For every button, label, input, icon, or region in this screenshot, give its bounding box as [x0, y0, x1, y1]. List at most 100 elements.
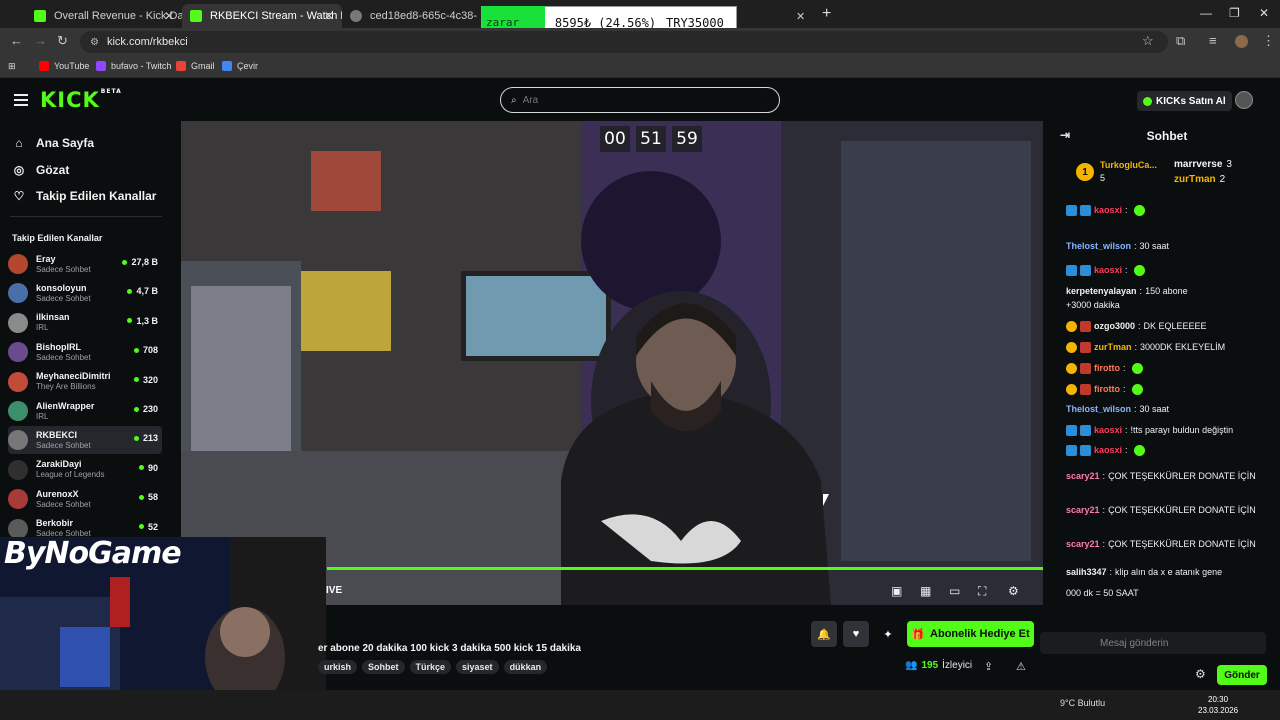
nav-browse[interactable]: ◎ Gözat — [12, 163, 70, 177]
settings-gear-icon[interactable]: ⚙ — [1008, 584, 1019, 598]
tab-close-icon[interactable]: ✕ — [796, 4, 816, 28]
followed-channel-item[interactable]: ilkinsan IRL 1,3 B — [8, 309, 162, 337]
chat-username[interactable]: scary21 — [1066, 538, 1100, 550]
live-badge: IVE — [326, 585, 343, 596]
gifter-badge-icon — [1066, 362, 1077, 374]
back-icon[interactable]: ← — [10, 33, 23, 48]
followed-channel-item[interactable]: MeyhaneciDimitri They Are Billions 320 — [8, 368, 162, 396]
browser-tab[interactable]: Overall Revenue - Kick Dashbo ✕ — [26, 4, 182, 28]
chat-username[interactable]: kaosxi — [1094, 424, 1122, 436]
chat-input[interactable]: Mesaj gönderin — [1040, 632, 1266, 654]
hamburger-menu-icon[interactable] — [14, 94, 28, 106]
live-progress-bar[interactable] — [327, 567, 1043, 570]
gifter-name[interactable]: zurTman — [1174, 174, 1216, 185]
followed-channel-item[interactable]: AurenoxX Sadece Sohbet 58 — [8, 485, 162, 513]
bookmark-twitch[interactable]: bufavo - Twitch — [96, 61, 171, 71]
stream-tag[interactable]: urkish — [318, 660, 358, 674]
share-icon[interactable]: ⇪ — [984, 660, 993, 673]
followed-channel-item[interactable]: ZarakiDayi League of Legends 90 — [8, 456, 162, 484]
top-gifter-name[interactable]: TurkogluCa... — [1100, 160, 1157, 170]
sub-badge-icon — [1066, 424, 1077, 436]
chat-username[interactable]: zurTman — [1094, 341, 1132, 353]
chat-username[interactable]: kaosxi — [1094, 204, 1122, 216]
address-bar[interactable]: ⚙ kick.com/rkbekci — [80, 31, 1168, 53]
profile-avatar[interactable] — [1235, 35, 1248, 48]
site-info-icon[interactable]: ⚙ — [90, 37, 99, 48]
tab-close-icon[interactable]: ✕ — [164, 9, 174, 23]
heart-icon: ♡ — [13, 189, 25, 203]
apps-grid-icon[interactable]: ⊞ — [8, 61, 16, 72]
forward-icon[interactable]: → — [34, 33, 47, 48]
search-box[interactable]: ⌕ — [500, 87, 780, 113]
stream-tag[interactable]: Türkçe — [409, 660, 452, 674]
followed-channel-item[interactable]: Eray Sadece Sohbet 27,8 B — [8, 250, 162, 278]
nav-following[interactable]: ♡ Takip Edilen Kanallar — [12, 189, 157, 203]
chat-username[interactable]: kaosxi — [1094, 444, 1122, 456]
kick-logo[interactable]: KICKBETA — [40, 88, 122, 112]
stream-tag[interactable]: siyaset — [456, 660, 499, 674]
chat-username[interactable]: firotto — [1094, 383, 1120, 395]
tab-close-icon[interactable]: ✕ — [324, 9, 334, 23]
chat-message: kaosxi: — [1066, 444, 1145, 456]
bookmark-youtube[interactable]: YouTube — [39, 61, 89, 71]
close-window-icon[interactable]: ✕ — [1259, 6, 1269, 20]
sparkle-button[interactable]: ✦ — [875, 621, 901, 647]
browser-tab[interactable]: ced18ed8-665c-4c38-abf5-85a — [342, 4, 477, 28]
viewer-count-text: 708 — [142, 345, 158, 356]
follow-heart-button[interactable]: ♥ — [843, 621, 869, 647]
followed-channel-item[interactable]: BishopIRL Sadece Sohbet 708 — [8, 338, 162, 366]
chat-username[interactable]: Thelost_wilson — [1066, 240, 1131, 252]
reload-icon[interactable]: ↻ — [57, 33, 68, 49]
stream-tag[interactable]: dükkan — [503, 660, 548, 674]
chat-username[interactable]: salih3347 — [1066, 566, 1107, 578]
send-button[interactable]: Gönder — [1217, 665, 1267, 685]
chat-username[interactable]: kaosxi — [1094, 264, 1122, 276]
minimize-icon[interactable]: — — [1200, 6, 1212, 20]
followed-channel-item[interactable]: AlienWrapper IRL 230 — [8, 397, 162, 425]
chat-username[interactable]: scary21 — [1066, 504, 1100, 516]
taskbar-clock[interactable]: 20:30 23.03.2026 — [1198, 694, 1238, 716]
channel-name: MeyhaneciDimitri — [36, 371, 111, 382]
chat-username[interactable]: ozgo3000 — [1094, 320, 1135, 332]
channel-name: Eray — [36, 253, 56, 264]
gift-subscription-button[interactable]: 🎁 Abonelik Hediye Et — [907, 621, 1034, 647]
mini-player-icon[interactable]: ▣ — [891, 584, 902, 598]
search-input[interactable] — [522, 94, 743, 106]
collapse-chat-icon[interactable]: ⇥ — [1060, 128, 1070, 142]
chat-username[interactable]: firotto — [1094, 362, 1120, 374]
nav-home[interactable]: ⌂ Ana Sayfa — [12, 136, 94, 150]
fullscreen-icon[interactable]: ⛶ — [978, 584, 986, 599]
followed-channel-item[interactable]: RKBEKCI Sadece Sohbet 213 — [8, 426, 162, 455]
clip-icon[interactable]: ▦ — [920, 584, 931, 598]
extensions-icon[interactable]: ⧉ — [1176, 33, 1185, 49]
notification-bell-button[interactable]: 🔔 — [811, 621, 837, 647]
bookmark-gmail[interactable]: Gmail — [176, 61, 215, 71]
browser-tab-active[interactable]: RKBEKCI Stream - Watch Li ✕ — [182, 4, 342, 28]
timer-seconds: 59 — [672, 126, 702, 152]
sub-badge-icon — [1080, 320, 1091, 332]
chat-settings-icon[interactable]: ⚙ — [1195, 667, 1206, 681]
weather-widget[interactable]: 9°C Bulutlu — [1060, 698, 1105, 708]
video-player[interactable] — [181, 121, 1043, 605]
chat-title: Sohbet — [1146, 129, 1188, 143]
maximize-icon[interactable]: ❐ — [1229, 6, 1240, 20]
report-icon[interactable]: ⚠ — [1016, 660, 1026, 673]
menu-icon[interactable]: ⋮ — [1262, 33, 1275, 49]
chat-username[interactable]: scary21 — [1066, 470, 1100, 482]
user-avatar[interactable] — [1235, 91, 1253, 109]
gifter-name[interactable]: marrverse — [1174, 159, 1222, 170]
colon: : — [1109, 567, 1113, 577]
media-icon[interactable]: ≡ — [1209, 33, 1217, 48]
chat-username[interactable]: Thelost_wilson — [1066, 403, 1131, 415]
bookmark-star-icon[interactable]: ☆ — [1142, 33, 1154, 49]
chat-username[interactable]: kerpetenyalayan — [1066, 285, 1137, 297]
chat-message: Thelost_wilson:30 saat — [1066, 240, 1169, 252]
stream-tag[interactable]: Sohbet — [362, 660, 405, 674]
buy-kicks-button[interactable]: KICKs Satın Al — [1137, 91, 1232, 111]
theater-mode-icon[interactable]: ▭ — [949, 584, 960, 598]
bookmark-translate[interactable]: Çevir — [222, 61, 258, 71]
new-tab-icon[interactable]: + — [822, 5, 831, 23]
timer-hours: 00 — [600, 126, 630, 152]
live-dot-icon — [133, 377, 139, 383]
followed-channel-item[interactable]: konsoloyun Sadece Sohbet 4,7 B — [8, 279, 162, 307]
